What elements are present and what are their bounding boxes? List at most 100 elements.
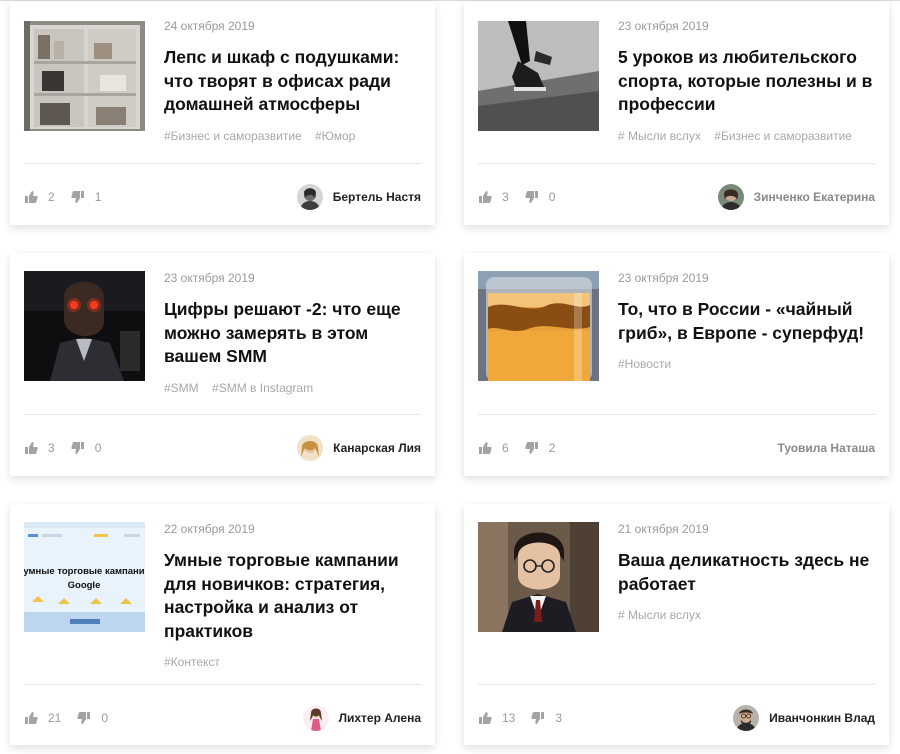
dislike-count: 0: [101, 711, 109, 725]
author-name: Бертель Настя: [332, 190, 421, 204]
like-count: 2: [48, 190, 55, 204]
thumbs-down-icon: [525, 442, 538, 454]
article-thumbnail[interactable]: умные торговые кампани Google: [24, 522, 145, 632]
article-title[interactable]: Цифры решают -2: что еще можно замерять …: [164, 298, 425, 369]
article-footer: 3 0 Канарская Лия: [24, 434, 421, 462]
article-date: 23 октября 2019: [618, 271, 709, 285]
thumbs-down-icon: [531, 712, 545, 724]
author-link[interactable]: Бертель Настя: [296, 184, 421, 210]
article-info: 23 октября 2019 То, что в России - «чайн…: [618, 271, 879, 372]
author-name: Туовила Наташа: [777, 441, 875, 455]
article-title[interactable]: Умные торговые кампании для новичков: ст…: [164, 549, 425, 643]
article-info: 21 октября 2019 Ваша деликатность здесь …: [618, 522, 879, 623]
tag-link[interactable]: # Мысли вслух: [618, 608, 701, 622]
articles-grid: 24 октября 2019 Лепс и шкаф с подушками:…: [0, 0, 900, 754]
article-card[interactable]: 24 октября 2019 Лепс и шкаф с подушками:…: [10, 1, 435, 225]
article-info: 22 октября 2019 Умные торговые кампании …: [164, 522, 425, 670]
article-footer: 3 0 Зинченко Екатерина: [478, 183, 875, 211]
thumbnail-caption: умные торговые кампани: [24, 566, 145, 577]
dislike-count: 1: [94, 190, 102, 204]
article-card[interactable]: 21 октября 2019 Ваша деликатность здесь …: [464, 504, 889, 745]
dislike-button[interactable]: 0: [71, 441, 102, 455]
dislike-count: 0: [548, 190, 556, 204]
dislike-count: 3: [555, 711, 563, 725]
divider: [24, 684, 421, 685]
dislike-button[interactable]: 3: [531, 711, 562, 725]
article-title[interactable]: Лепс и шкаф с подушками: что творят в оф…: [164, 46, 425, 117]
article-tags: # Мысли вслух #Бизнес и саморазвитие: [618, 129, 879, 144]
dislike-button[interactable]: 2: [525, 441, 555, 455]
article-tags: #Бизнес и саморазвитие #Юмор: [164, 129, 425, 144]
article-tags: #SMM #SMM в Instagram: [164, 381, 425, 396]
thumbs-up-icon: [479, 712, 492, 724]
author-name: Иванчонкин Влад: [769, 711, 875, 725]
article-title[interactable]: 5 уроков из любительского спорта, которы…: [618, 46, 879, 117]
author-link[interactable]: Зинченко Екатерина: [717, 184, 875, 210]
dislike-button[interactable]: 0: [77, 711, 108, 725]
article-thumbnail[interactable]: [24, 271, 145, 381]
avatar: [717, 184, 744, 210]
avatar: [733, 705, 760, 731]
thumbs-down-icon: [71, 442, 84, 454]
like-button[interactable]: 3: [24, 441, 55, 455]
thumbnail-caption: Google: [68, 580, 101, 591]
article-tags: # Мысли вслух: [618, 608, 879, 623]
thumbs-down-icon: [77, 712, 91, 724]
article-info: 23 октября 2019 5 уроков из любительског…: [618, 19, 879, 144]
tag-link[interactable]: # Мысли вслух: [618, 129, 701, 143]
article-title[interactable]: То, что в России - «чайный гриб», в Евро…: [618, 298, 879, 345]
article-info: 23 октября 2019 Цифры решают -2: что еще…: [164, 271, 425, 396]
article-footer: 21 0 Лихтер Алена: [24, 704, 421, 732]
dislike-count: 0: [94, 441, 102, 455]
like-count: 21: [48, 711, 62, 725]
tag-link[interactable]: #Новости: [618, 357, 671, 371]
like-button[interactable]: 6: [478, 441, 509, 455]
like-count: 3: [48, 441, 55, 455]
author-link[interactable]: Туовила Наташа: [777, 441, 875, 455]
author-link[interactable]: Канарская Лия: [297, 435, 421, 461]
article-title[interactable]: Ваша деликатность здесь не работает: [618, 549, 879, 596]
thumbs-up-icon: [25, 712, 38, 724]
dislike-button[interactable]: 1: [71, 190, 102, 204]
article-card[interactable]: 23 октября 2019 То, что в России - «чайн…: [464, 253, 889, 476]
article-card[interactable]: 23 октября 2019 5 уроков из любительског…: [464, 1, 889, 225]
avatar: [302, 705, 329, 731]
author-name: Лихтер Алена: [338, 711, 421, 725]
like-button[interactable]: 2: [24, 190, 55, 204]
article-thumbnail[interactable]: [478, 522, 599, 632]
article-thumbnail[interactable]: [478, 271, 599, 381]
thumbs-down-icon: [525, 191, 538, 203]
thumbs-up-icon: [479, 442, 492, 454]
tag-link[interactable]: #SMM в Instagram: [212, 381, 313, 395]
author-link[interactable]: Иванчонкин Влад: [733, 705, 875, 731]
article-thumbnail[interactable]: [24, 21, 145, 131]
thumbs-down-icon: [71, 191, 84, 203]
article-tags: #Контекст: [164, 655, 425, 670]
article-date: 23 октября 2019: [618, 19, 709, 33]
avatar: [296, 184, 323, 210]
like-button[interactable]: 21: [24, 711, 61, 725]
dislike-button[interactable]: 0: [525, 190, 556, 204]
article-date: 23 октября 2019: [164, 271, 255, 285]
article-date: 21 октября 2019: [618, 522, 709, 536]
tag-link[interactable]: #Контекст: [164, 655, 220, 669]
like-button[interactable]: 3: [478, 190, 509, 204]
article-info: 24 октября 2019 Лепс и шкаф с подушками:…: [164, 19, 425, 144]
article-footer: 2 1 Бертель Настя: [24, 183, 421, 211]
tag-link[interactable]: #Бизнес и саморазвитие: [164, 129, 302, 143]
divider: [478, 163, 875, 164]
divider: [24, 414, 421, 415]
article-card[interactable]: умные торговые кампани Google 22 октября…: [10, 504, 435, 745]
article-footer: 6 2 Туовила Наташа: [478, 434, 875, 462]
like-button[interactable]: 13: [478, 711, 515, 725]
avatar: [297, 435, 324, 461]
article-card[interactable]: 23 октября 2019 Цифры решают -2: что еще…: [10, 253, 435, 476]
author-name: Зинченко Екатерина: [753, 190, 875, 204]
thumbs-up-icon: [25, 191, 38, 203]
tag-link[interactable]: #SMM: [164, 381, 199, 395]
divider: [478, 414, 875, 415]
author-link[interactable]: Лихтер Алена: [302, 705, 421, 731]
tag-link[interactable]: #Бизнес и саморазвитие: [714, 129, 852, 143]
tag-link[interactable]: #Юмор: [315, 129, 355, 143]
article-thumbnail[interactable]: [478, 21, 599, 131]
